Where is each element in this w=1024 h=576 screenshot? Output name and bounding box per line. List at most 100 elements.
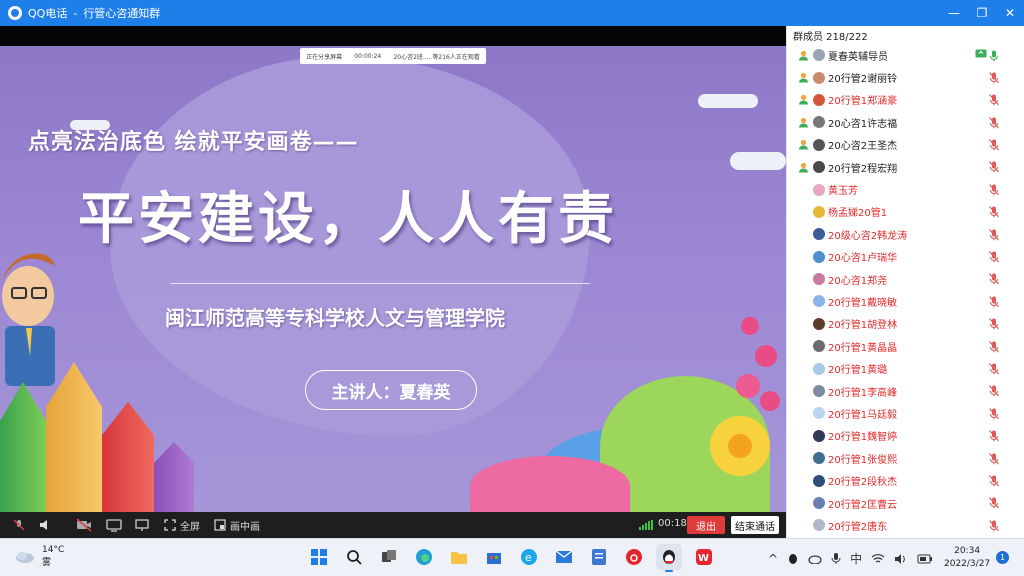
member-row[interactable]: 20行管2程宏翔 (787, 156, 1024, 178)
task-view-button[interactable] (376, 544, 402, 570)
mic-muted-icon[interactable] (987, 228, 1001, 241)
member-row[interactable]: 20行管1胡登林 (787, 313, 1024, 335)
member-name: 黄玉芳 (828, 186, 858, 198)
member-row[interactable]: 20行管2匡曹云 (787, 492, 1024, 514)
mic-muted-icon[interactable] (987, 139, 1001, 152)
mic-muted-icon[interactable] (987, 497, 1001, 510)
qq-button[interactable] (656, 544, 682, 572)
member-panel: 群成员 218/222 夏春英辅导员 20行管2谢丽铃 20行管1郑涵豪 20心咨1许… (786, 26, 1024, 538)
edge-browser-button[interactable] (411, 544, 437, 570)
member-row[interactable]: 20行管1马廷毅 (787, 402, 1024, 424)
picture-in-picture-button[interactable]: 画中画 (214, 512, 260, 538)
mic-muted-icon[interactable] (987, 452, 1001, 465)
member-avatar (813, 340, 825, 353)
member-row[interactable]: 20行管2谢丽铃 (787, 66, 1024, 88)
member-row[interactable]: 20心咨1郑尧 (787, 268, 1024, 290)
wifi-icon[interactable] (871, 553, 885, 564)
pip-label: 画中画 (230, 521, 260, 533)
speaker-toggle[interactable] (38, 512, 52, 538)
member-row[interactable]: 杨孟娣20管1 (787, 201, 1024, 223)
fullscreen-button[interactable]: 全屏 (164, 512, 200, 538)
weather-widget[interactable]: 14°C 雾 (14, 544, 64, 570)
member-row[interactable]: 20行管1张俊熙 (787, 447, 1024, 469)
mic-muted-icon[interactable] (987, 474, 1001, 487)
volume-icon[interactable] (894, 553, 908, 565)
restore-button[interactable]: ❐ (968, 0, 996, 26)
mic-muted-icon[interactable] (987, 273, 1001, 286)
member-row[interactable]: 20行管1黄晶晶 (787, 335, 1024, 357)
member-list[interactable]: 夏春英辅导员 20行管2谢丽铃 20行管1郑涵豪 20心咨1许志福 20心咨2王圣杰 20… (787, 44, 1024, 536)
member-row[interactable]: 20行管1李高峰 (787, 380, 1024, 402)
camera-toggle[interactable] (76, 512, 92, 538)
mic-muted-icon[interactable] (987, 116, 1001, 129)
minimize-button[interactable]: — (940, 0, 968, 26)
shared-screen-area[interactable]: 正在分享屏幕 00:00:24 20心咨2班.....等216人正在观看 点亮法… (0, 26, 786, 512)
member-row[interactable]: 20心咨2王圣杰 (787, 134, 1024, 156)
browser-app-button[interactable]: e (516, 544, 542, 570)
whiteboard-button[interactable] (134, 512, 150, 538)
wps-button[interactable]: W (691, 544, 717, 570)
pencil-decoration (0, 382, 46, 512)
flower-decoration (710, 416, 770, 476)
end-call-button[interactable]: 结束通话 (731, 516, 779, 534)
ime-indicator[interactable]: 中 (850, 550, 862, 567)
microphone-tray-icon[interactable] (831, 552, 841, 565)
search-button[interactable] (341, 544, 367, 570)
mic-muted-icon[interactable] (987, 251, 1001, 264)
member-row[interactable]: 20心咨1卢瑞华 (787, 246, 1024, 268)
file-explorer-button[interactable] (446, 544, 472, 570)
mic-muted-icon[interactable] (987, 407, 1001, 420)
mic-muted-icon[interactable] (987, 430, 1001, 443)
mic-muted-icon[interactable] (987, 340, 1001, 353)
notification-badge[interactable]: 1 (996, 551, 1009, 564)
edge-icon (416, 549, 432, 565)
screen-share-button[interactable] (106, 512, 122, 538)
taskbar-clock[interactable]: 20:34 2022/3/27 (944, 545, 990, 571)
qq-tray-icon[interactable] (787, 553, 799, 565)
close-button[interactable]: ✕ (996, 0, 1024, 26)
member-row[interactable]: 黄玉芳 (787, 178, 1024, 200)
admin-person-icon (797, 139, 809, 151)
mic-muted-icon[interactable] (987, 183, 1001, 196)
member-avatar (813, 429, 825, 442)
start-button[interactable] (306, 544, 332, 570)
member-avatar (813, 228, 825, 241)
mic-muted-icon[interactable] (987, 318, 1001, 331)
mic-muted-icon[interactable] (987, 295, 1001, 308)
title-separator: - (73, 6, 78, 20)
admin-person-icon (797, 94, 809, 106)
mic-muted-icon[interactable] (987, 71, 1001, 84)
member-name: 20心咨2王圣杰 (828, 141, 898, 153)
member-row[interactable]: 20级心咨2韩龙涛 (787, 223, 1024, 245)
member-row[interactable]: 20行管1戴晓敏 (787, 290, 1024, 312)
member-row[interactable]: 20心咨1许志福 (787, 111, 1024, 133)
mic-muted-icon[interactable] (987, 519, 1001, 532)
netease-music-button[interactable] (621, 544, 647, 570)
member-name: 20级心咨2韩龙涛 (828, 230, 908, 242)
mic-muted-icon[interactable] (987, 385, 1001, 398)
slide-subtitle: 点亮法治底色 绘就平安画卷—— (28, 130, 359, 155)
mail-button[interactable] (551, 544, 577, 570)
hollyhock-decoration (736, 317, 780, 411)
mic-muted-icon[interactable] (987, 94, 1001, 107)
cloud-tray-icon[interactable] (808, 554, 822, 564)
chevron-up-icon[interactable]: ^ (768, 552, 778, 566)
member-row[interactable]: 20行管1魏智婷 (787, 425, 1024, 447)
mic-active-icon[interactable] (987, 49, 1001, 62)
mic-muted-icon[interactable] (987, 206, 1001, 219)
member-row[interactable]: 20行管1郑涵豪 (787, 89, 1024, 111)
mic-muted-icon[interactable] (987, 161, 1001, 174)
member-row[interactable]: 20行管1黄璐 (787, 357, 1024, 379)
member-row[interactable]: 20行管2唐东 (787, 514, 1024, 536)
member-avatar (813, 452, 825, 465)
member-row[interactable]: 夏春英辅导员 (787, 44, 1024, 66)
clock-time: 20:34 (954, 546, 981, 556)
mic-toggle[interactable] (12, 512, 26, 538)
battery-icon[interactable] (917, 554, 933, 564)
word-app-button[interactable] (586, 544, 612, 570)
exit-button[interactable]: 退出 (687, 516, 725, 534)
member-row[interactable]: 20行管2段秋杰 (787, 469, 1024, 491)
mail-icon (555, 550, 573, 563)
store-button[interactable] (481, 544, 507, 570)
mic-muted-icon[interactable] (987, 362, 1001, 375)
